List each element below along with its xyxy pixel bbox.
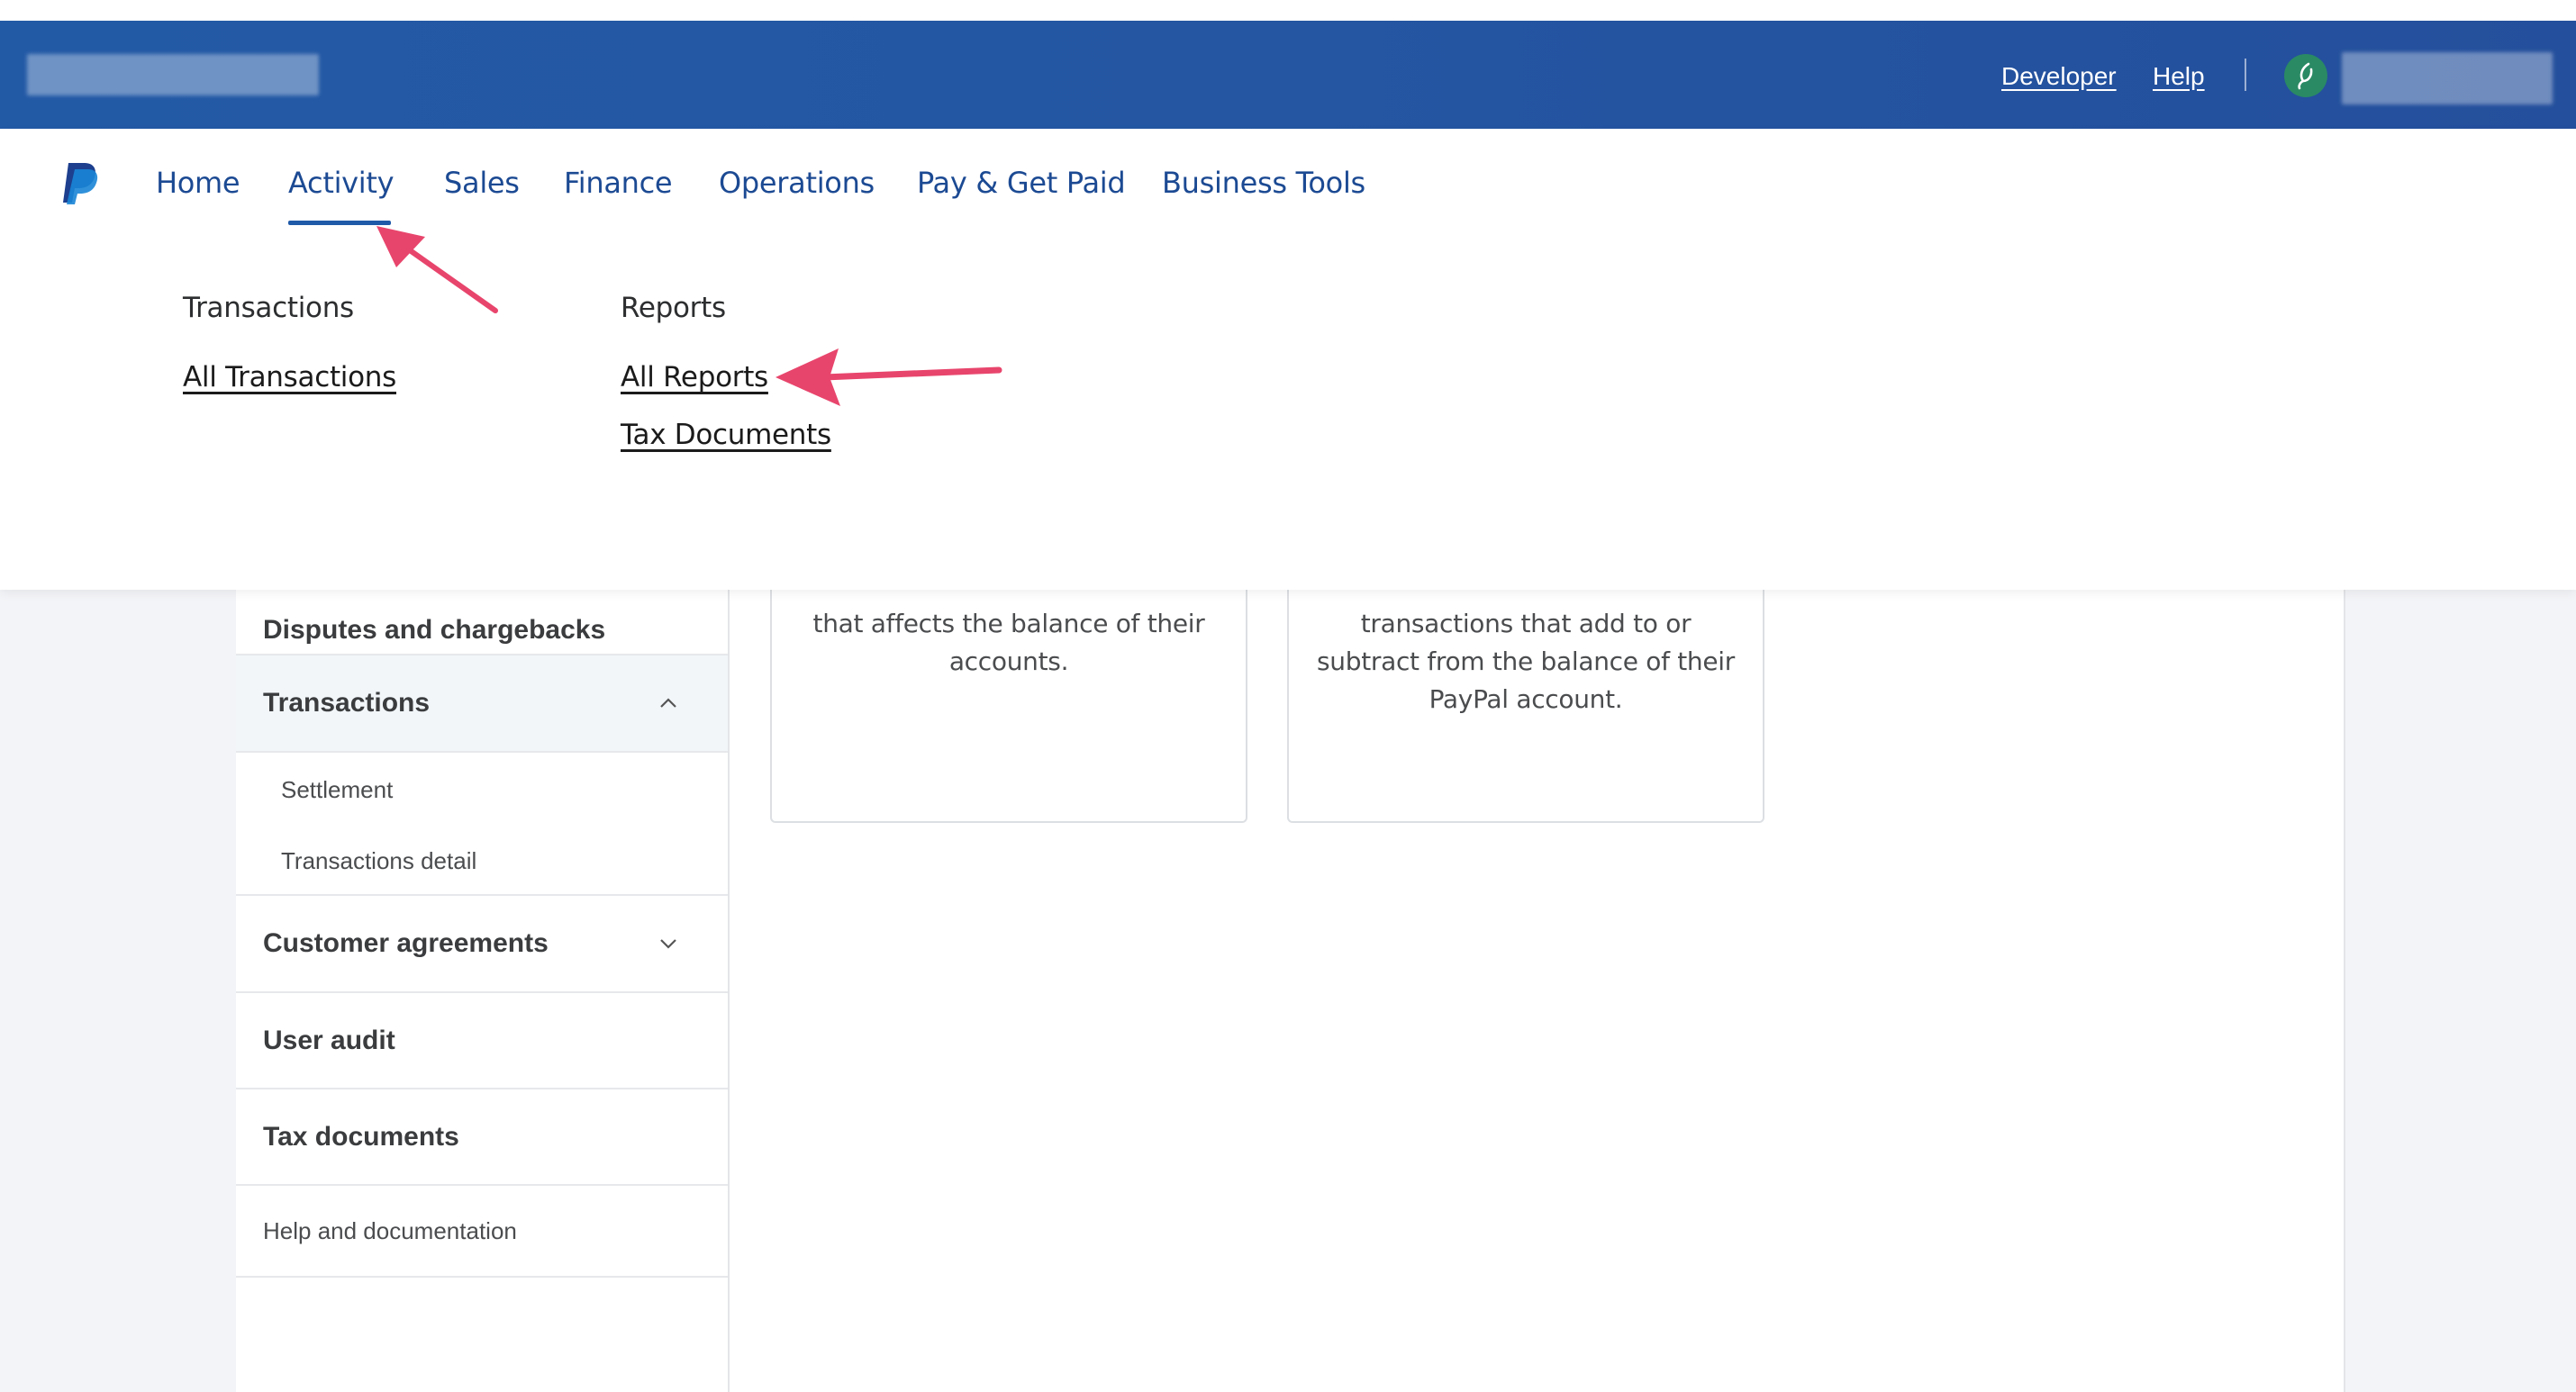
paypal-logo-icon[interactable]: [61, 161, 99, 211]
all-reports-link[interactable]: All Reports: [621, 361, 768, 393]
nav-business-tools[interactable]: Business Tools: [1162, 166, 1365, 200]
header-divider: [2245, 59, 2246, 91]
sidebar-item-label: Help and documentation: [263, 1216, 517, 1244]
card-text-line: that affects the balance of their: [812, 609, 1205, 638]
all-transactions-link[interactable]: All Transactions: [183, 361, 396, 393]
card-text-line: PayPal account.: [1429, 684, 1623, 714]
business-name-redacted: [27, 54, 319, 95]
tax-documents-link[interactable]: Tax Documents: [621, 419, 831, 451]
card-text-line: transactions that add to or: [1360, 609, 1692, 638]
account-name-redacted[interactable]: [2342, 52, 2553, 104]
sidebar-subitem-settlement[interactable]: Settlement: [281, 776, 393, 804]
sidebar-item-label: Transactions: [263, 688, 431, 718]
sidebar-item-tax-documents[interactable]: Tax documents: [236, 1089, 728, 1186]
sidebar-item-transactions[interactable]: Transactions: [236, 655, 728, 753]
sidebar-item-label: Disputes and chargebacks: [263, 615, 606, 645]
nav-operations[interactable]: Operations: [719, 166, 875, 200]
main-nav-dropdown: Home Activity Sales Finance Operations P…: [0, 129, 2576, 590]
header-bar: Developer Help: [0, 21, 2576, 129]
sidebar-subitem-transactions-detail[interactable]: Transactions detail: [281, 847, 476, 875]
leaf-icon: [2298, 62, 2313, 90]
avatar[interactable]: [2284, 54, 2327, 97]
dropdown-heading-transactions: Transactions: [183, 292, 354, 324]
help-link[interactable]: Help: [2153, 62, 2205, 91]
nav-sales[interactable]: Sales: [444, 166, 520, 200]
sidebar-item-label: Customer agreements: [263, 928, 549, 958]
card-text-line: accounts.: [948, 646, 1069, 676]
chevron-down-icon: [660, 939, 676, 949]
reports-sidebar: Disputes and chargebacks Transactions Se…: [236, 540, 730, 1392]
nav-home[interactable]: Home: [156, 166, 240, 200]
nav-activity[interactable]: Activity: [288, 166, 395, 200]
nav-finance[interactable]: Finance: [564, 166, 673, 200]
sidebar-item-help[interactable]: Help and documentation: [236, 1186, 728, 1278]
card-text-line: subtract from the balance of their: [1316, 646, 1735, 676]
sidebar-item-label: User audit: [263, 1025, 395, 1055]
nav-pay-get-paid[interactable]: Pay & Get Paid: [917, 166, 1126, 200]
sidebar-item-user-audit[interactable]: User audit: [236, 993, 728, 1089]
chevron-up-icon: [660, 698, 676, 708]
annotation-arrow-all-reports: [776, 348, 1002, 406]
browser-top-strip: [0, 0, 2576, 21]
developer-link[interactable]: Developer: [2001, 62, 2117, 91]
sidebar-item-label: Tax documents: [263, 1121, 459, 1152]
dropdown-heading-reports: Reports: [621, 292, 726, 324]
sidebar-item-customer-agreements[interactable]: Customer agreements: [236, 896, 728, 993]
annotation-arrow-activity: [376, 226, 498, 313]
